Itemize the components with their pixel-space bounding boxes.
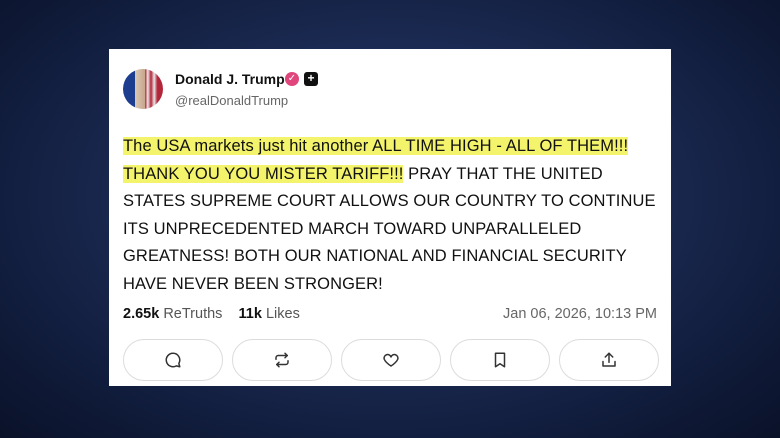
retruths-label[interactable]: ReTruths (163, 306, 222, 322)
share-icon (602, 352, 616, 367)
verified-badge-icon: ✓ (285, 72, 299, 86)
likes-count[interactable]: 11k (239, 306, 262, 322)
share-button[interactable] (559, 339, 659, 381)
avatar[interactable] (123, 69, 163, 109)
post-body: PRAY THAT THE UNITED STATES SUPREME COUR… (123, 164, 656, 293)
post-stats: 2.65k ReTruths 11k Likes (123, 306, 300, 322)
author-name[interactable]: Donald J. Trump (175, 71, 285, 87)
plus-badge-icon: + (304, 72, 318, 86)
retruths-count[interactable]: 2.65k (123, 306, 159, 322)
post-timestamp: Jan 06, 2026, 10:13 PM (503, 306, 657, 322)
like-button[interactable] (341, 339, 441, 381)
action-bar (123, 339, 659, 381)
post-card: Donald J. Trump ✓ + @realDonaldTrump The… (109, 49, 671, 386)
author-handle[interactable]: @realDonaldTrump (175, 93, 288, 108)
repost-icon (275, 352, 289, 368)
heart-icon (383, 353, 399, 367)
reply-button[interactable] (123, 339, 223, 381)
retruth-button[interactable] (232, 339, 332, 381)
post-text: The USA markets just hit another ALL TIM… (123, 133, 663, 298)
bookmark-icon (494, 352, 506, 368)
comment-icon (165, 352, 181, 368)
likes-label[interactable]: Likes (266, 306, 300, 322)
bookmark-button[interactable] (450, 339, 550, 381)
